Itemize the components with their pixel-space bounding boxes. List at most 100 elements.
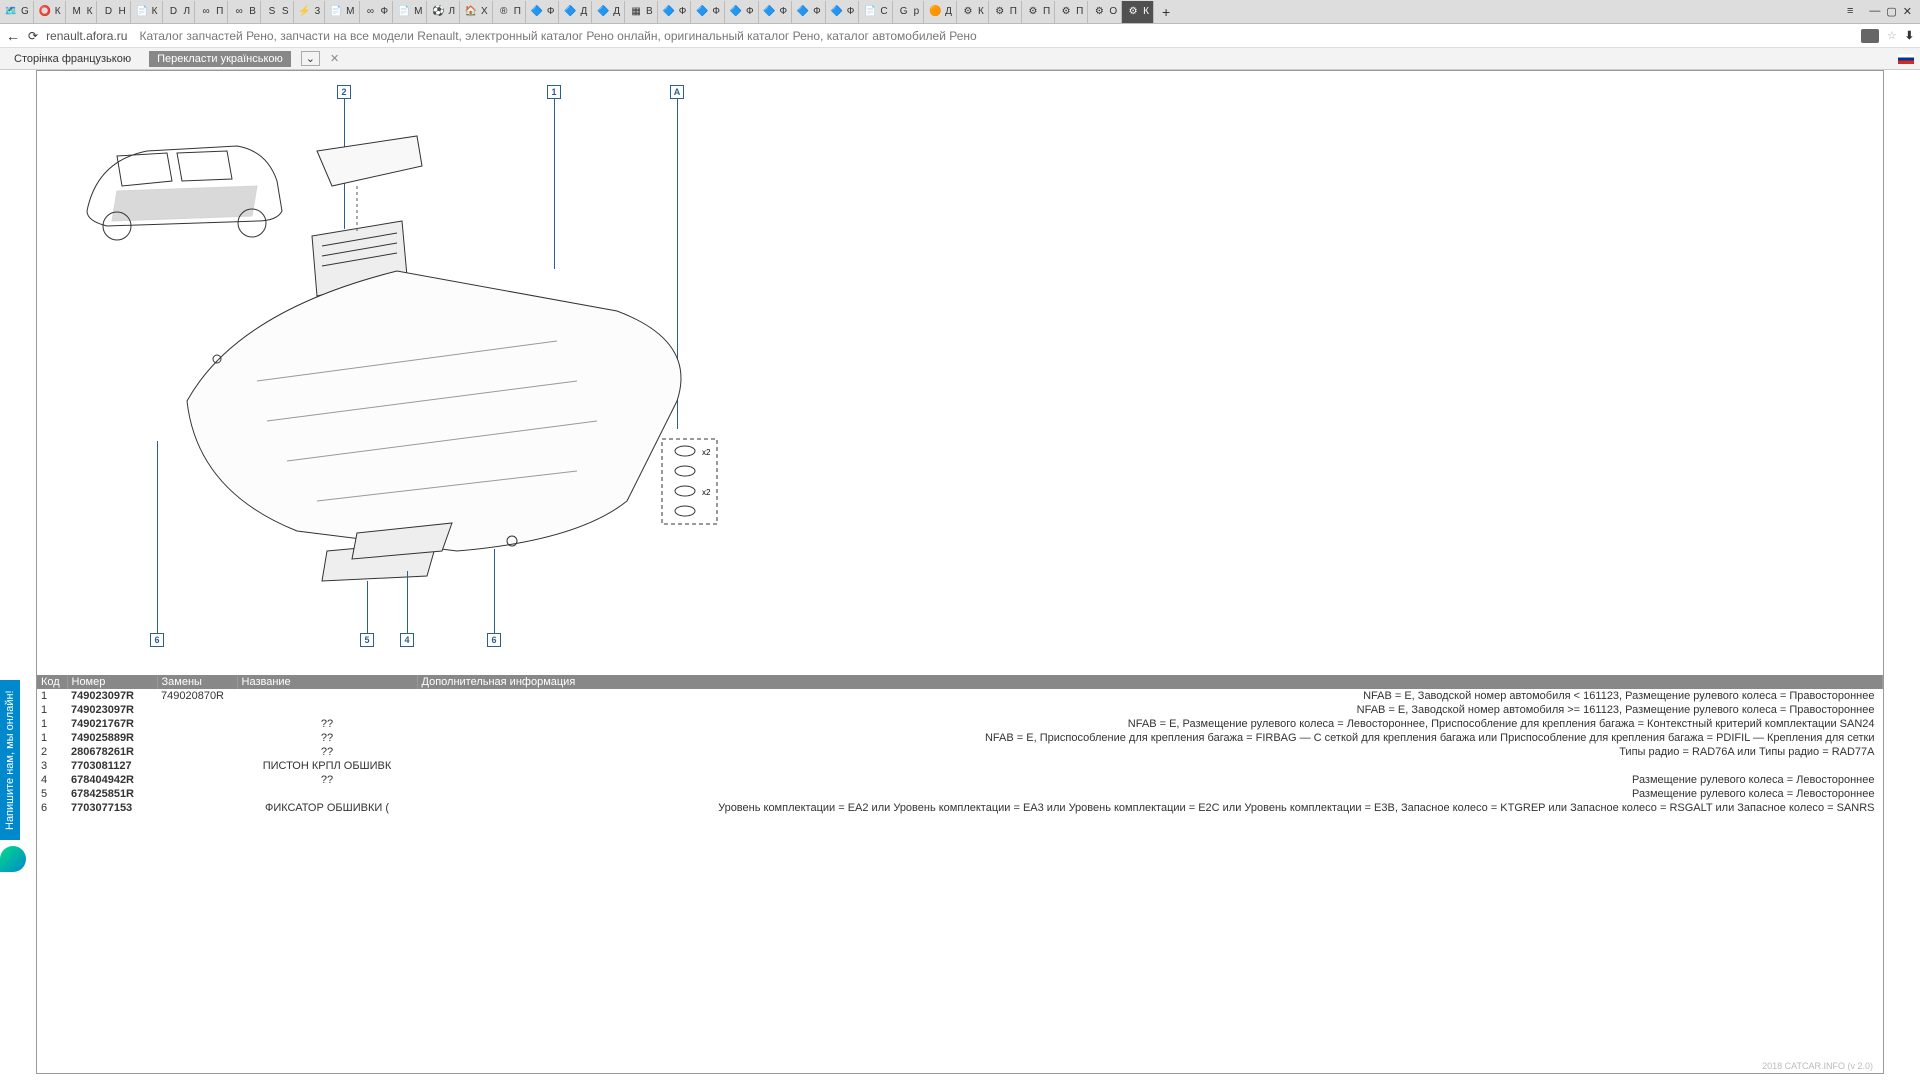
cell-number[interactable]: 749025889R: [67, 731, 157, 745]
browser-tab[interactable]: 📄М: [325, 1, 359, 23]
browser-tab[interactable]: 🔷Ф: [725, 1, 759, 23]
browser-tab[interactable]: 🔷Ф: [526, 1, 560, 23]
table-row[interactable]: 1 749023097R 749020870R NFAB = E, Заводс…: [37, 689, 1883, 703]
tab-label: П: [1076, 6, 1083, 17]
tab-favicon: ⚙: [1059, 5, 1073, 19]
cell-code: 3: [37, 759, 67, 773]
tab-favicon: 🔷: [729, 5, 743, 19]
translate-dropdown-icon[interactable]: ⌄: [301, 51, 320, 66]
callout-6b[interactable]: 6: [487, 633, 501, 647]
cell-number[interactable]: 7703081127: [67, 759, 157, 773]
cell-number[interactable]: 7703077153: [67, 801, 157, 815]
language-flag-icon[interactable]: [1898, 54, 1914, 64]
table-row[interactable]: 1 749021767R ?? NFAB = E, Размещение рул…: [37, 717, 1883, 731]
browser-tab[interactable]: ⚙К: [1122, 1, 1154, 23]
menu-icon[interactable]: ≡: [1847, 5, 1853, 18]
tab-label: Л: [184, 6, 191, 17]
new-tab-button[interactable]: +: [1154, 4, 1178, 20]
maximize-icon[interactable]: ▢: [1886, 5, 1896, 18]
tab-favicon: 🔷: [763, 5, 777, 19]
browser-tab[interactable]: ⚙О: [1088, 1, 1122, 23]
table-row[interactable]: 2 280678261R ?? Типы радио = RAD76A или …: [37, 745, 1883, 759]
table-row[interactable]: 3 7703081127 ПИСТОН КРПЛ ОБШИВК: [37, 759, 1883, 773]
cell-code: 4: [37, 773, 67, 787]
tab-favicon: ∞: [199, 5, 213, 19]
extension-icon[interactable]: [1861, 29, 1879, 43]
browser-tab[interactable]: 🗺️G: [0, 1, 34, 23]
browser-tab[interactable]: 🔷Д: [592, 1, 625, 23]
tab-favicon: 🔷: [596, 5, 610, 19]
browser-tab[interactable]: ⚙П: [1022, 1, 1055, 23]
browser-tab[interactable]: ⭕К: [34, 1, 66, 23]
table-header: Дополнительная информация: [417, 675, 1883, 689]
table-row[interactable]: 6 7703077153 ФИКСАТОР ОБШИВКИ ( Уровень …: [37, 801, 1883, 815]
browser-tab[interactable]: ⚙П: [1055, 1, 1088, 23]
cell-info: Уровень комплектации = EA2 или Уровень к…: [417, 801, 1883, 815]
close-icon[interactable]: ✕: [1903, 5, 1912, 18]
tab-favicon: D: [101, 5, 115, 19]
download-icon[interactable]: ⬇: [1905, 29, 1914, 42]
cell-info: NFAB = E, Приспособление для крепления б…: [417, 731, 1883, 745]
browser-tab[interactable]: 📄М: [393, 1, 427, 23]
tab-label: С: [880, 6, 887, 17]
browser-tab[interactable]: SS: [261, 1, 294, 23]
cell-code: 1: [37, 731, 67, 745]
catalog-content: 2 1 A: [36, 70, 1884, 1074]
tab-label: К: [1143, 6, 1149, 17]
browser-tab[interactable]: ⚽Л: [427, 1, 460, 23]
cell-number[interactable]: 749023097R: [67, 703, 157, 717]
bookmark-icon[interactable]: ☆: [1887, 29, 1897, 42]
callout-6a[interactable]: 6: [150, 633, 164, 647]
tab-favicon: 🔷: [695, 5, 709, 19]
translate-source-tab[interactable]: Сторінка французькою: [6, 51, 139, 67]
cell-number[interactable]: 749021767R: [67, 717, 157, 731]
browser-tab[interactable]: ∞В: [228, 1, 261, 23]
table-row[interactable]: 4 678404942R ?? Размещение рулевого коле…: [37, 773, 1883, 787]
browser-tab[interactable]: ®П: [493, 1, 526, 23]
minimize-icon[interactable]: —: [1869, 5, 1880, 18]
browser-tab[interactable]: ⚙К: [957, 1, 989, 23]
browser-tab[interactable]: ▦В: [625, 1, 658, 23]
browser-tab[interactable]: 🔷Ф: [691, 1, 725, 23]
table-header: Код: [37, 675, 67, 689]
browser-tab[interactable]: 📄С: [859, 1, 892, 23]
browser-tab[interactable]: DЛ: [163, 1, 196, 23]
browser-tab[interactable]: ⚙П: [989, 1, 1022, 23]
callout-5[interactable]: 5: [360, 633, 374, 647]
browser-tab[interactable]: 🔷Ф: [759, 1, 793, 23]
cell-number[interactable]: 280678261R: [67, 745, 157, 759]
chat-bubble-icon[interactable]: [0, 846, 26, 872]
browser-tab[interactable]: ⚡3: [294, 1, 326, 23]
translate-close-icon[interactable]: ✕: [330, 52, 339, 65]
browser-tab[interactable]: ∞Ф: [360, 1, 394, 23]
browser-tab[interactable]: ∞П: [195, 1, 228, 23]
cell-number[interactable]: 678404942R: [67, 773, 157, 787]
cell-number[interactable]: 678425851R: [67, 787, 157, 801]
browser-tab[interactable]: 🔷Ф: [792, 1, 826, 23]
tab-label: П: [216, 6, 223, 17]
browser-tab[interactable]: 🔷Ф: [826, 1, 860, 23]
browser-tab[interactable]: 🔷Ф: [658, 1, 692, 23]
reload-icon[interactable]: ⟳: [28, 29, 38, 43]
table-row[interactable]: 1 749025889R ?? NFAB = E, Приспособление…: [37, 731, 1883, 745]
browser-tab[interactable]: MК: [66, 1, 98, 23]
browser-tab[interactable]: 🟠Д: [924, 1, 957, 23]
cell-info: Типы радио = RAD76A или Типы радио = RAD…: [417, 745, 1883, 759]
translate-target-tab[interactable]: Перекласти українською: [149, 51, 291, 67]
table-row[interactable]: 1 749023097R NFAB = E, Заводской номер а…: [37, 703, 1883, 717]
browser-tab[interactable]: 🔷Д: [559, 1, 592, 23]
url-text[interactable]: renault.afora.ru: [46, 29, 127, 43]
table-row[interactable]: 5 678425851R Размещение рулевого колеса …: [37, 787, 1883, 801]
cell-name: ??: [237, 717, 417, 731]
cell-number[interactable]: 749023097R: [67, 689, 157, 703]
back-icon[interactable]: ←: [6, 28, 20, 44]
browser-tab[interactable]: Gр: [893, 1, 925, 23]
chat-tab[interactable]: Напишите нам, мы онлайн!: [0, 680, 20, 840]
tab-favicon: ⚙: [1092, 5, 1106, 19]
callout-4[interactable]: 4: [400, 633, 414, 647]
browser-tab[interactable]: 📄К: [131, 1, 163, 23]
tab-label: Ф: [547, 6, 555, 17]
browser-tab[interactable]: DН: [97, 1, 130, 23]
tab-label: Д: [580, 6, 587, 17]
browser-tab[interactable]: 🏠Х: [460, 1, 493, 23]
